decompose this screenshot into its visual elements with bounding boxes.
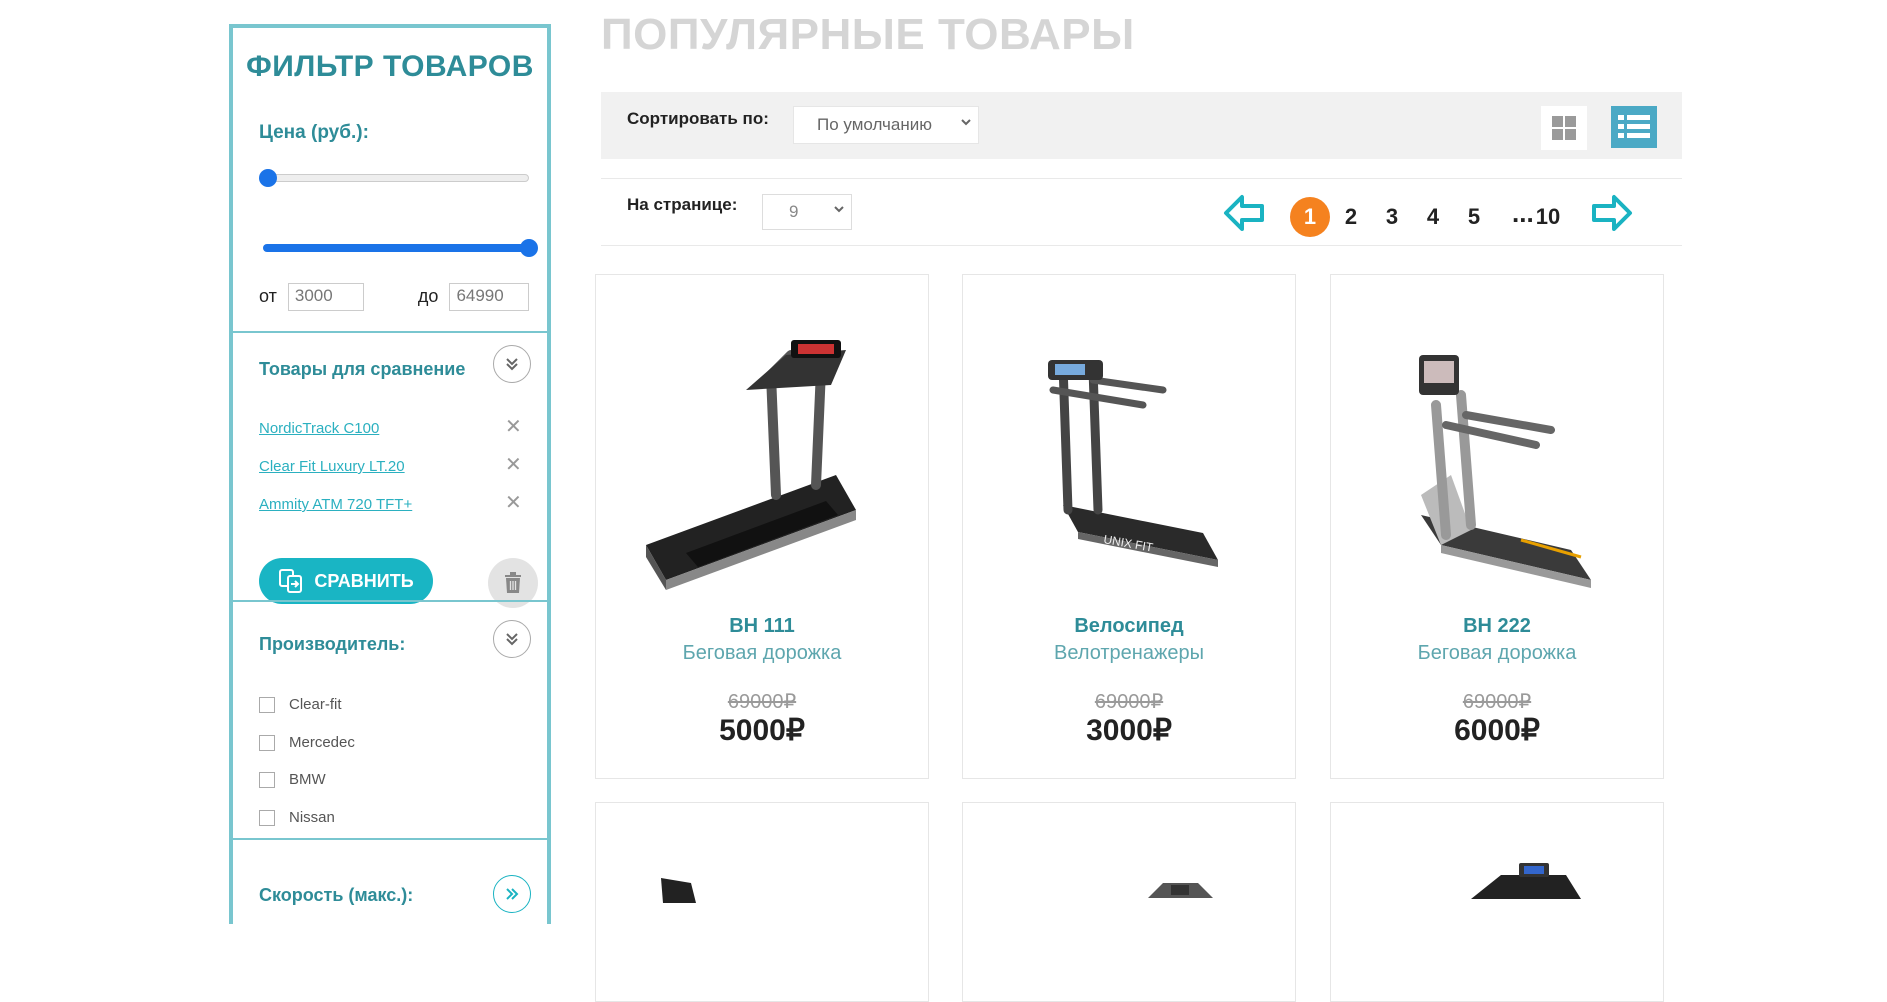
maker-section-title: Производитель: (259, 634, 406, 654)
product-card[interactable] (595, 802, 929, 1002)
checkbox[interactable] (259, 771, 275, 788)
price-to-label: до (417, 285, 439, 306)
price-from-input[interactable]: 3000 (287, 283, 364, 311)
sort-select[interactable]: По умолчанию (793, 106, 979, 144)
product-name[interactable]: BH 111 (596, 615, 928, 638)
maker-collapse-button[interactable] (493, 620, 531, 658)
product-card[interactable] (1330, 802, 1664, 1002)
product-price: 5000₽ (719, 714, 805, 747)
filter-title: ФИЛЬТР ТОВАРОВ (246, 50, 534, 83)
product-name[interactable]: Велосипед (963, 615, 1295, 638)
speed-expand-button[interactable] (493, 875, 531, 913)
compare-section-title: Товары для сравнение (259, 359, 466, 379)
list-view-icon (1618, 115, 1650, 138)
page-number[interactable]: 4 (1413, 197, 1453, 237)
checkbox[interactable] (259, 696, 275, 713)
compare-item-link[interactable]: Clear Fit Luxury LT.20 (259, 458, 405, 475)
price-label: Цена (руб.): (259, 122, 369, 143)
divider (601, 178, 1682, 179)
close-icon[interactable]: ✕ (505, 490, 522, 515)
prev-page-button[interactable] (1222, 193, 1266, 238)
chevron-down-icon (960, 115, 972, 132)
maker-option[interactable]: Mercedec (259, 734, 355, 751)
product-card[interactable]: BH 111 Беговая дорожка 69000₽ 5000₽ (595, 274, 929, 779)
treadmill-image (1148, 883, 1213, 898)
page-title: ПОПУЛЯРНЫЕ ТОВАРЫ (601, 10, 1135, 59)
arrow-right-icon (1592, 195, 1632, 231)
price-max-slider-track[interactable] (263, 244, 529, 252)
price-from-label: от (259, 285, 277, 306)
product-old-price: 69000₽ (1094, 691, 1164, 713)
checkbox[interactable] (259, 734, 275, 751)
product-name[interactable]: BH 222 (1331, 615, 1663, 638)
per-page-value: 9 (789, 202, 799, 221)
product-old-price: 69000₽ (727, 691, 797, 713)
page-number[interactable]: 3 (1372, 197, 1412, 237)
compare-item-link[interactable]: Ammity ATM 720 TFT+ (259, 496, 412, 513)
grid-view-button[interactable] (1541, 106, 1587, 150)
trash-icon (505, 572, 521, 593)
divider (601, 245, 1682, 246)
treadmill-image (1419, 355, 1591, 588)
sort-toolbar: Сортировать по: По умолчанию (601, 92, 1682, 159)
product-category: Беговая дорожка (682, 642, 842, 664)
sort-label: Сортировать по: (627, 109, 769, 128)
maker-option[interactable]: Nissan (259, 809, 335, 826)
maker-label: Clear-fit (289, 696, 342, 713)
checkbox[interactable] (259, 809, 275, 826)
arrow-left-icon (1224, 195, 1264, 231)
next-page-button[interactable] (1590, 193, 1634, 238)
grid-view-icon (1552, 116, 1576, 140)
product-card[interactable]: BH 222 Беговая дорожка 69000₽ 6000₽ (1330, 274, 1664, 779)
maker-option[interactable]: Clear-fit (259, 696, 342, 713)
compare-collapse-button[interactable] (493, 345, 531, 383)
compare-icon (279, 569, 303, 593)
treadmill-image (661, 878, 696, 903)
close-icon[interactable]: ✕ (505, 452, 522, 477)
page-number[interactable]: 2 (1331, 197, 1371, 237)
maker-option[interactable]: BMW (259, 771, 326, 788)
chevrons-down-icon (506, 633, 518, 646)
maker-label: Mercedec (289, 734, 355, 751)
divider (233, 838, 547, 840)
product-old-price: 69000₽ (1462, 691, 1532, 713)
page-number-last[interactable]: 10 (1528, 197, 1568, 237)
maker-label: Nissan (289, 809, 335, 826)
product-price: 6000₽ (1454, 714, 1540, 747)
filter-sidebar: ФИЛЬТР ТОВАРОВ Цена (руб.): от 3000 до 6… (229, 24, 551, 924)
price-min-slider-track[interactable] (263, 174, 529, 182)
product-price: 3000₽ (1086, 714, 1172, 747)
treadmill-image (646, 340, 856, 590)
treadmill-image (1471, 863, 1581, 899)
compare-item-link[interactable]: NordicTrack C100 (259, 420, 379, 437)
compare-button[interactable]: СРАВНИТЬ (259, 558, 433, 604)
product-category: Велотренажеры (1054, 642, 1204, 664)
chevrons-down-icon (506, 358, 518, 371)
chevron-down-icon (833, 202, 845, 219)
page-number[interactable]: 5 (1454, 197, 1494, 237)
price-to-input[interactable]: 64990 (449, 283, 530, 311)
speed-section-title: Скорость (макс.): (259, 885, 414, 905)
price-inputs: от 3000 до 64990 (259, 283, 530, 311)
divider (233, 331, 547, 333)
list-view-button[interactable] (1611, 106, 1657, 148)
sort-select-value: По умолчанию (817, 115, 932, 134)
divider (233, 600, 547, 602)
treadmill-image: UNIX FIT (1048, 360, 1218, 567)
chevrons-right-icon (506, 888, 519, 900)
per-page-label: На странице: (627, 195, 738, 214)
maker-label: BMW (289, 771, 326, 788)
per-page-select[interactable]: 9 (762, 194, 852, 230)
price-max-slider-thumb[interactable] (520, 239, 538, 257)
price-min-slider-thumb[interactable] (259, 169, 277, 187)
close-icon[interactable]: ✕ (505, 414, 522, 439)
product-category: Беговая дорожка (1417, 642, 1577, 664)
page-number-current[interactable]: 1 (1290, 197, 1330, 237)
product-card[interactable]: UNIX FIT Велосипед Велотренажеры 69000₽ … (962, 274, 1296, 779)
compare-button-label: СРАВНИТЬ (314, 570, 414, 591)
product-card[interactable] (962, 802, 1296, 1002)
